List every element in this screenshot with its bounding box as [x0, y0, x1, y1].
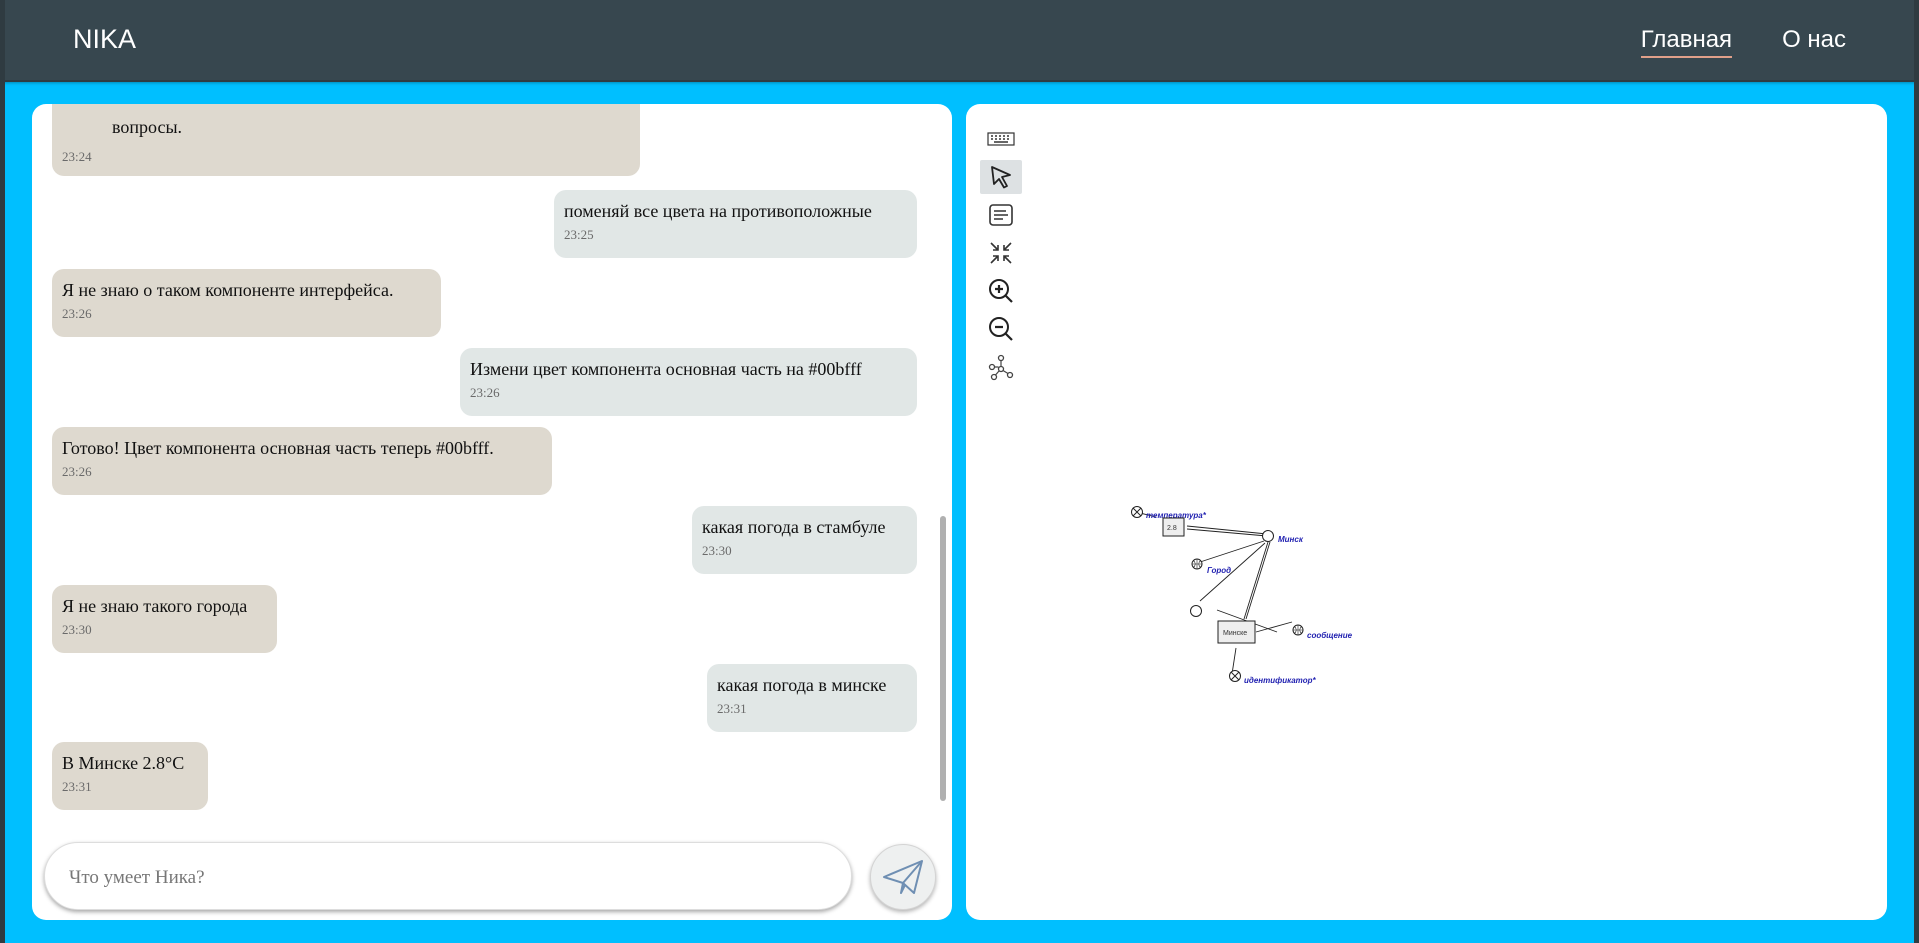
graph-label-message: сообщение	[1307, 631, 1353, 640]
chat-panel: вопросы. 23:24 поменяй все цвета на прот…	[32, 104, 952, 920]
message-text: поменяй все цвета на противоположные	[564, 201, 872, 221]
message-time: 23:26	[470, 385, 500, 400]
graph-panel: температура* 2.8 Минск Город Минске сооб…	[966, 104, 1887, 920]
message-list-scrollbar[interactable]	[940, 516, 946, 801]
message-time: 23:30	[702, 543, 732, 558]
nav-link-home[interactable]: Главная	[1640, 26, 1733, 58]
paper-plane-icon	[883, 860, 923, 894]
user-message: поменяй все цвета на противоположные 23:…	[554, 190, 917, 258]
message-time: 23:26	[62, 306, 92, 321]
message-time: 23:30	[62, 622, 92, 637]
message-text: Измени цвет компонента основная часть на…	[470, 359, 862, 379]
bot-message: вопросы. 23:24	[52, 104, 640, 176]
nav-link-about[interactable]: О нас	[1782, 26, 1846, 58]
graph-box-minsk: Минске	[1223, 630, 1247, 637]
message-text: вопросы.	[112, 117, 183, 137]
message-text: Готово! Цвет компонента основная часть т…	[62, 438, 494, 458]
message-input[interactable]	[67, 863, 831, 893]
message-time: 23:25	[564, 227, 594, 242]
message-time: 23:31	[717, 701, 747, 716]
message-text: В Минске 2.8°C	[62, 753, 185, 773]
graph-label-city: Город	[1207, 566, 1231, 575]
message-time: 23:26	[62, 464, 92, 479]
message-list[interactable]: вопросы. 23:24 поменяй все цвета на прот…	[32, 104, 952, 824]
user-message: какая погода в минске 23:31	[707, 664, 917, 732]
brand-logo[interactable]: NIKA	[73, 24, 136, 55]
bot-message: Я не знаю о таком компоненте интерфейса.…	[52, 269, 441, 337]
message-text: какая погода в стамбуле	[702, 517, 886, 537]
user-message: Измени цвет компонента основная часть на…	[460, 348, 917, 416]
user-message: какая погода в стамбуле 23:30	[692, 506, 917, 574]
graph-box-value: 2.8	[1167, 525, 1177, 532]
message-time: 23:31	[62, 779, 92, 794]
bot-message: Я не знаю такого города 23:30	[52, 585, 277, 653]
send-button[interactable]	[870, 844, 936, 910]
top-navbar: NIKA Главная О нас	[0, 0, 1919, 82]
semantic-graph[interactable]: температура* 2.8 Минск Город Минске сооб…	[966, 104, 1887, 920]
message-input-wrapper	[44, 842, 852, 910]
graph-label-identifier: идентификатор*	[1244, 676, 1316, 685]
message-text: какая погода в минске	[717, 675, 887, 695]
bot-message: В Минске 2.8°C 23:31	[52, 742, 208, 810]
message-time: 23:24	[62, 149, 92, 164]
window-edge-left	[0, 0, 5, 943]
nav-menu: Главная О нас	[1640, 26, 1846, 58]
window-edge-right	[1914, 0, 1919, 943]
message-text: Я не знаю такого города	[62, 596, 248, 616]
graph-label-minsk-node: Минск	[1278, 535, 1304, 544]
message-text: Я не знаю о таком компоненте интерфейса.	[62, 280, 394, 300]
bot-message: Готово! Цвет компонента основная часть т…	[52, 427, 552, 495]
